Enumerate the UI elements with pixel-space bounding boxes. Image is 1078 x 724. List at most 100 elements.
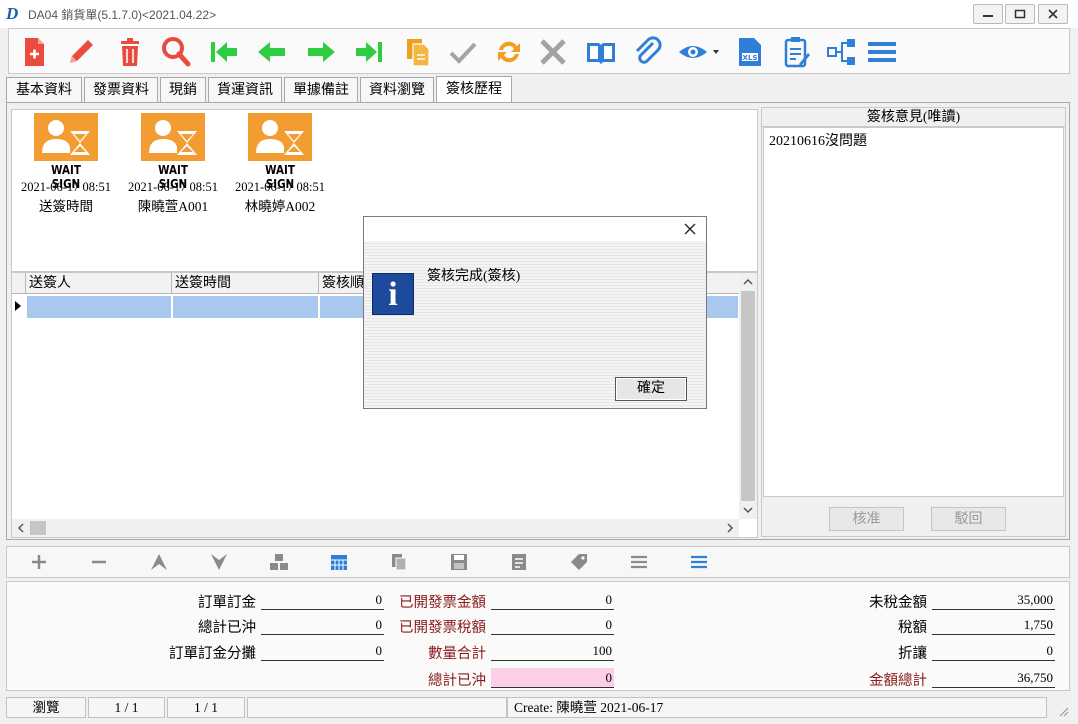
attach-clip-icon <box>635 36 662 64</box>
attach-button[interactable] <box>631 35 665 69</box>
column-header[interactable]: 送簽時間 <box>172 273 319 294</box>
tab-cash-sale[interactable]: 現銷 <box>160 77 206 103</box>
delete-button[interactable] <box>113 35 147 69</box>
scrollbar-thumb[interactable] <box>741 291 755 501</box>
cancel-button[interactable] <box>536 35 570 69</box>
scroll-down-icon <box>743 507 753 514</box>
next-record-icon <box>308 42 335 62</box>
opinion-textarea[interactable]: 20210616沒問題 <box>763 127 1064 497</box>
summary-value-highlight: 0 <box>491 668 614 688</box>
confirm-button[interactable] <box>446 35 480 69</box>
add-row-icon[interactable] <box>29 552 49 572</box>
signer-card[interactable]: WAIT SIGN 2021-06-17 08:51 林曉婷A002 <box>225 113 335 215</box>
dialog-message: 簽核完成(簽核) <box>427 269 521 284</box>
blocks-icon[interactable] <box>269 552 289 572</box>
resize-grip-icon[interactable] <box>1056 704 1070 718</box>
flow-tree-icon <box>827 39 855 65</box>
calendar-icon[interactable] <box>329 552 349 572</box>
main-toolbar: XLS <box>8 28 1070 74</box>
copy-button[interactable] <box>401 35 435 69</box>
table-row[interactable] <box>27 296 172 318</box>
new-doc-icon <box>25 38 44 66</box>
horizontal-scrollbar[interactable] <box>12 519 739 537</box>
summary-label: 折讓 <box>898 646 927 662</box>
dialog-close-icon[interactable] <box>681 220 699 238</box>
tab-invoice[interactable]: 發票資料 <box>84 77 158 103</box>
menu-button[interactable] <box>865 35 899 69</box>
table-row[interactable] <box>173 296 319 318</box>
maximize-button[interactable] <box>1005 4 1035 24</box>
book-button[interactable] <box>584 35 618 69</box>
summary-value: 35,000 <box>932 590 1055 610</box>
lines-gray-icon[interactable] <box>629 552 649 572</box>
edit-button[interactable] <box>64 35 98 69</box>
info-icon: i <box>372 273 414 315</box>
column-header[interactable]: 送簽人 <box>26 273 172 294</box>
signer-name: 陳曉萱A001 <box>137 199 209 214</box>
tab-basic-info[interactable]: 基本資料 <box>6 77 82 103</box>
close-icon <box>1048 9 1058 19</box>
new-button[interactable] <box>17 35 51 69</box>
summary-label: 金額總計 <box>869 673 927 689</box>
wait-sign-icon: WAIT SIGN <box>34 113 98 191</box>
first-record-icon <box>211 42 237 62</box>
vertical-scrollbar[interactable] <box>739 273 757 519</box>
copy-doc-icon <box>407 39 430 67</box>
summary-value: 0 <box>932 641 1055 661</box>
edit-pencil-icon <box>70 40 93 63</box>
first-record-button[interactable] <box>207 35 241 69</box>
search-icon <box>162 37 191 67</box>
scrollbar-thumb[interactable] <box>30 521 46 535</box>
signer-card[interactable]: WAIT SIGN 2021-06-17 08:51 送簽時間 <box>11 113 121 215</box>
status-blank <box>247 697 507 718</box>
reject-button[interactable]: 駁回 <box>931 507 1006 531</box>
summary-value: 100 <box>491 641 614 661</box>
search-button[interactable] <box>159 35 193 69</box>
last-record-button[interactable] <box>352 35 386 69</box>
summary-label: 已開發票金額 <box>399 595 486 611</box>
dialog-ok-button[interactable]: 確定 <box>615 377 687 401</box>
move-down-icon[interactable] <box>209 552 229 572</box>
signer-card[interactable]: WAIT SIGN 2021-06-17 08:51 陳曉萱A001 <box>118 113 228 215</box>
maximize-icon <box>1014 9 1026 19</box>
wait-sign-icon: WAIT SIGN <box>248 113 312 191</box>
status-mode: 瀏覽 <box>6 697 86 718</box>
menu-lines-icon <box>868 42 896 62</box>
summary-label: 總計已沖 <box>198 620 256 636</box>
lines-blue-icon[interactable] <box>689 552 709 572</box>
approve-button[interactable]: 核准 <box>829 507 904 531</box>
tab-browse[interactable]: 資料瀏覽 <box>360 77 434 103</box>
confirm-check-icon <box>449 42 477 64</box>
tag-icon[interactable] <box>569 552 589 572</box>
summary-label: 訂單訂金分攤 <box>169 646 256 662</box>
move-up-icon[interactable] <box>149 552 169 572</box>
tab-notes[interactable]: 單據備註 <box>284 77 358 103</box>
refresh-button[interactable] <box>492 35 526 69</box>
paste-icon[interactable] <box>509 552 529 572</box>
flow-button[interactable] <box>825 35 859 69</box>
signer-status: WAIT SIGN <box>51 163 81 191</box>
summary-value: 0 <box>491 590 614 610</box>
status-page-a: 1 / 1 <box>88 697 165 718</box>
summary-value: 0 <box>261 641 384 661</box>
clipboard-button[interactable] <box>779 35 813 69</box>
excel-export-button[interactable]: XLS <box>733 35 767 69</box>
row-pointer-icon <box>15 301 21 311</box>
summary-value: 0 <box>261 615 384 635</box>
prev-record-button[interactable] <box>255 35 289 69</box>
status-page-b: 1 / 1 <box>167 697 245 718</box>
minimize-button[interactable] <box>973 4 1003 24</box>
prev-record-icon <box>258 42 285 62</box>
save-icon[interactable] <box>449 552 469 572</box>
summary-label: 數量合計 <box>428 646 486 662</box>
summary-label: 總計已沖 <box>428 673 486 689</box>
remove-row-icon[interactable] <box>89 552 109 572</box>
minimize-icon <box>983 15 993 17</box>
next-record-button[interactable] <box>304 35 338 69</box>
tab-sign-history[interactable]: 簽核歷程 <box>436 76 512 104</box>
view-dropdown-button[interactable] <box>677 35 721 69</box>
book-icon <box>587 43 615 64</box>
copy-rows-icon[interactable] <box>389 552 409 572</box>
close-window-button[interactable] <box>1038 4 1068 24</box>
tab-shipping[interactable]: 貨運資訊 <box>208 77 282 103</box>
